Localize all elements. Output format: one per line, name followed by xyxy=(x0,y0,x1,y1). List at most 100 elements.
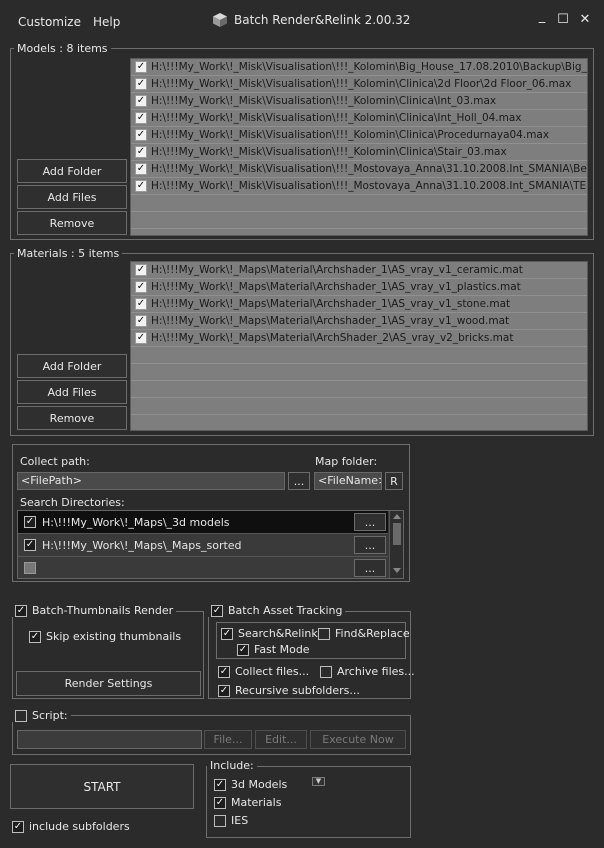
material-row[interactable]: ✓ H:\!!!My_Work\!_Maps\Material\ArchShade… xyxy=(131,330,587,347)
material-checkbox[interactable]: ✓ xyxy=(135,264,147,276)
thumbnails-toggle[interactable]: ✓ Batch-Thumbnails Render xyxy=(12,604,177,617)
map-folder-reset-button[interactable]: R xyxy=(385,472,403,490)
map-folder-input[interactable]: <FileName> xyxy=(314,472,382,490)
search-relink-toggle[interactable]: ✓ Search&Relink xyxy=(221,627,318,640)
collect-path-input[interactable]: <FilePath> xyxy=(17,472,285,490)
script-checkbox[interactable] xyxy=(15,709,27,722)
material-checkbox[interactable]: ✓ xyxy=(135,281,147,293)
directory-row[interactable]: ✓ H:\!!!My_Work\!_Maps\_Maps_sorted ... xyxy=(18,534,388,557)
recursive-subfolders-checkbox[interactable]: ✓ xyxy=(218,684,230,697)
include-ies-toggle[interactable]: IES xyxy=(214,814,248,827)
material-row[interactable] xyxy=(131,415,587,430)
model-row[interactable]: ✓ H:\!!!My_Work\!_Misk\Visualisation\!!!_… xyxy=(131,59,587,76)
asset-tracking-checkbox[interactable]: ✓ xyxy=(211,604,223,617)
directory-checkbox[interactable] xyxy=(24,562,36,574)
model-checkbox[interactable]: ✓ xyxy=(135,78,147,90)
model-checkbox[interactable]: ✓ xyxy=(135,180,147,192)
model-row[interactable] xyxy=(131,195,587,212)
maximize-button[interactable]: ☐ xyxy=(556,12,570,27)
model-row[interactable]: ✓ H:\!!!My_Work\!_Misk\Visualisation\!!!_… xyxy=(131,127,587,144)
scroll-up-icon[interactable] xyxy=(392,514,401,519)
material-row[interactable]: ✓ H:\!!!My_Work\!_Maps\Material\Archshade… xyxy=(131,296,587,313)
scroll-down-icon[interactable] xyxy=(392,568,401,573)
menu-help[interactable]: Help xyxy=(93,15,120,29)
model-checkbox[interactable]: ✓ xyxy=(135,95,147,107)
script-edit-button[interactable]: Edit... xyxy=(255,730,307,749)
model-row[interactable]: ✓ H:\!!!My_Work\!_Misk\Visualisation\!!!_… xyxy=(131,161,587,178)
asset-tracking-toggle[interactable]: ✓ Batch Asset Tracking xyxy=(208,604,346,617)
fast-mode-checkbox[interactable]: ✓ xyxy=(237,643,249,656)
search-directories-list[interactable]: ✓ H:\!!!My_Work\!_Maps\_3d models ... ✓ … xyxy=(17,510,404,579)
include-models-toggle[interactable]: ✓ 3d Models xyxy=(214,778,287,791)
models-add-files-button[interactable]: Add Files xyxy=(17,185,127,209)
script-file-button[interactable]: File... xyxy=(204,730,252,749)
material-row[interactable]: ✓ H:\!!!My_Work\!_Maps\Material\Archshade… xyxy=(131,313,587,330)
fast-mode-toggle[interactable]: ✓ Fast Mode xyxy=(237,643,310,656)
include-models-dropdown[interactable]: ▼ xyxy=(312,777,325,786)
material-row[interactable] xyxy=(131,364,587,381)
script-path-input[interactable] xyxy=(17,730,202,749)
directories-scrollbar[interactable] xyxy=(389,511,403,578)
material-row[interactable]: ✓ H:\!!!My_Work\!_Maps\Material\Archshade… xyxy=(131,279,587,296)
material-row[interactable] xyxy=(131,381,587,398)
skip-thumbnails-checkbox[interactable]: ✓ xyxy=(29,630,41,643)
find-replace-toggle[interactable]: Find&Replace xyxy=(318,627,410,640)
search-relink-checkbox[interactable]: ✓ xyxy=(221,627,233,640)
model-checkbox[interactable]: ✓ xyxy=(135,129,147,141)
include-subfolders-checkbox[interactable]: ✓ xyxy=(12,820,24,833)
model-row[interactable] xyxy=(131,212,587,229)
include-models-checkbox[interactable]: ✓ xyxy=(214,778,226,791)
model-checkbox[interactable]: ✓ xyxy=(135,112,147,124)
materials-list[interactable]: ✓ H:\!!!My_Work\!_Maps\Material\Archshade… xyxy=(130,261,588,431)
find-replace-checkbox[interactable] xyxy=(318,627,330,640)
material-checkbox[interactable]: ✓ xyxy=(135,315,147,327)
directory-checkbox[interactable]: ✓ xyxy=(24,516,36,528)
skip-thumbnails-toggle[interactable]: ✓ Skip existing thumbnails xyxy=(29,630,181,643)
collect-files-toggle[interactable]: ✓ Collect files... xyxy=(218,665,309,678)
model-checkbox[interactable]: ✓ xyxy=(135,61,147,73)
material-row[interactable] xyxy=(131,398,587,415)
model-row[interactable] xyxy=(131,229,587,235)
recursive-subfolders-toggle[interactable]: ✓ Recursive subfolders... xyxy=(218,684,360,697)
script-execute-button[interactable]: Execute Now xyxy=(310,730,406,749)
include-materials-checkbox[interactable]: ✓ xyxy=(214,796,226,809)
models-add-folder-button[interactable]: Add Folder xyxy=(17,159,127,183)
model-row[interactable]: ✓ H:\!!!My_Work\!_Misk\Visualisation\!!!_… xyxy=(131,110,587,127)
directory-browse-button[interactable]: ... xyxy=(354,513,386,531)
directory-checkbox[interactable]: ✓ xyxy=(24,539,36,551)
model-row[interactable]: ✓ H:\!!!My_Work\!_Misk\Visualisation\!!!_… xyxy=(131,76,587,93)
model-row[interactable]: ✓ H:\!!!My_Work\!_Misk\Visualisation\!!!_… xyxy=(131,93,587,110)
minimize-button[interactable]: _ xyxy=(535,9,549,24)
material-row[interactable]: ✓ H:\!!!My_Work\!_Maps\Material\Archshade… xyxy=(131,262,587,279)
directory-browse-button[interactable]: ... xyxy=(354,536,386,554)
materials-add-files-button[interactable]: Add Files xyxy=(17,380,127,404)
scroll-thumb[interactable] xyxy=(392,523,401,545)
materials-add-folder-button[interactable]: Add Folder xyxy=(17,354,127,378)
models-list[interactable]: ✓ H:\!!!My_Work\!_Misk\Visualisation\!!!_… xyxy=(130,58,588,236)
material-checkbox[interactable]: ✓ xyxy=(135,298,147,310)
model-checkbox[interactable]: ✓ xyxy=(135,146,147,158)
include-materials-toggle[interactable]: ✓ Materials xyxy=(214,796,281,809)
directory-row[interactable]: ... xyxy=(18,557,388,578)
model-row[interactable]: ✓ H:\!!!My_Work\!_Misk\Visualisation\!!!_… xyxy=(131,178,587,195)
render-settings-button[interactable]: Render Settings xyxy=(16,671,201,696)
directory-browse-button[interactable]: ... xyxy=(354,559,386,577)
menu-customize[interactable]: Customize xyxy=(18,15,81,29)
start-button[interactable]: START xyxy=(10,764,194,809)
include-ies-checkbox[interactable] xyxy=(214,814,226,827)
model-checkbox[interactable]: ✓ xyxy=(135,163,147,175)
include-subfolders-toggle[interactable]: ✓ include subfolders xyxy=(12,820,130,833)
archive-files-checkbox[interactable] xyxy=(320,665,332,678)
script-toggle[interactable]: Script: xyxy=(12,709,71,722)
model-row[interactable]: ✓ H:\!!!My_Work\!_Misk\Visualisation\!!!_… xyxy=(131,144,587,161)
thumbnails-checkbox[interactable]: ✓ xyxy=(15,604,27,617)
collect-files-checkbox[interactable]: ✓ xyxy=(218,665,230,678)
collect-path-browse-button[interactable]: ... xyxy=(288,472,310,490)
directory-row[interactable]: ✓ H:\!!!My_Work\!_Maps\_3d models ... xyxy=(18,511,388,534)
archive-files-toggle[interactable]: Archive files... xyxy=(320,665,415,678)
material-checkbox[interactable]: ✓ xyxy=(135,332,147,344)
materials-remove-button[interactable]: Remove xyxy=(17,406,127,430)
models-remove-button[interactable]: Remove xyxy=(17,211,127,235)
close-button[interactable]: ✕ xyxy=(578,12,592,27)
material-row[interactable] xyxy=(131,347,587,364)
